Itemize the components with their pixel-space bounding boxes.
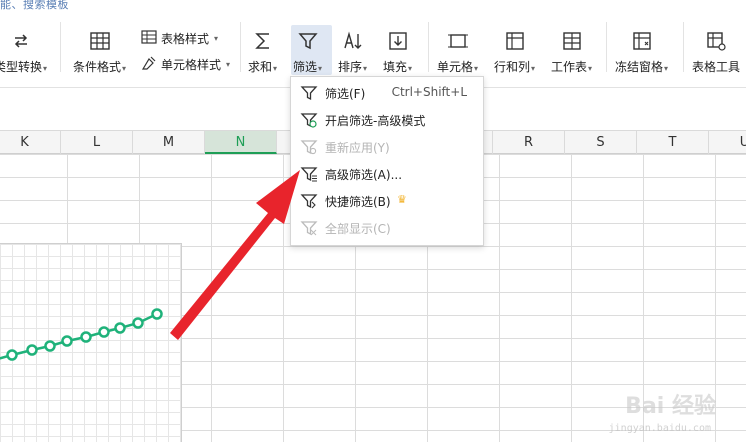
watermark-url: jingyan.baidu.com [608,423,711,434]
red-arrow-annotation [170,170,300,340]
watermark-logo: Bai 经验 [625,394,716,419]
